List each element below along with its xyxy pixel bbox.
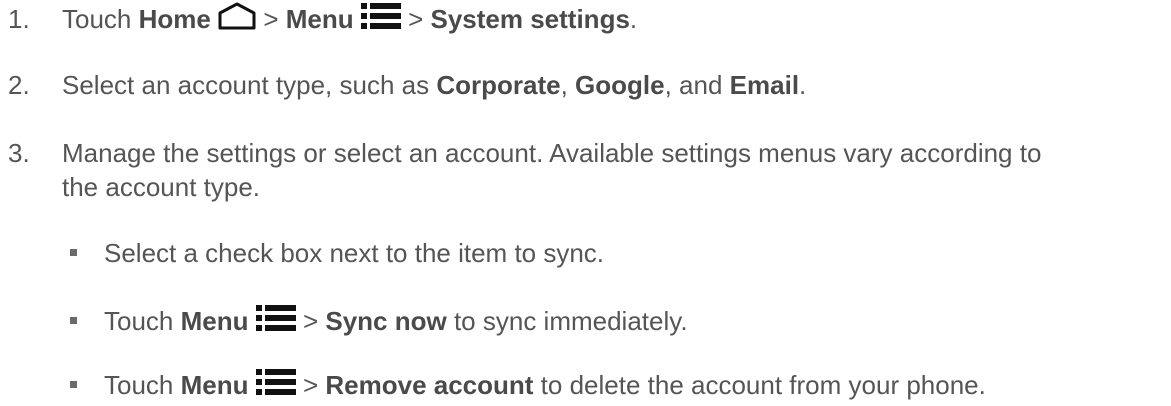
bullet-text-part: to delete the account from your phone. (533, 370, 986, 400)
bullet-text: Touch Menu > Remove account to delete th… (104, 368, 986, 404)
step-number: 2. (8, 70, 30, 100)
step-number: 1. (8, 4, 30, 34)
menu-label: Menu (180, 306, 249, 336)
bullet-text-part: Touch (104, 370, 181, 400)
step-text-part: Touch (62, 4, 139, 34)
bullet-text: Select a check box next to the item to s… (104, 238, 605, 268)
google-label: Google (575, 70, 665, 100)
separator: > (400, 4, 431, 34)
home-icon (218, 2, 256, 36)
corporate-label: Corporate (436, 70, 561, 100)
menu-label: Menu (180, 370, 249, 400)
separator: > (295, 306, 326, 336)
separator: > (256, 4, 286, 34)
separator: > (295, 370, 326, 400)
bullet-text-part: Touch (104, 306, 181, 336)
remove-account-label: Remove account (325, 370, 534, 400)
menu-label: Menu (285, 4, 354, 34)
bullet-text-part: to sync immediately. (446, 306, 688, 336)
home-label: Home (138, 4, 211, 34)
system-settings-label: System settings (430, 4, 630, 34)
menu-icon (360, 2, 401, 36)
step-text: Touch Home > Menu > System settings. (62, 2, 638, 38)
bullet-square-icon (70, 249, 77, 256)
bullet-square-icon (70, 381, 77, 388)
menu-icon (255, 304, 296, 338)
step-text-part: . (629, 4, 638, 34)
bullet-square-icon (70, 317, 77, 324)
step-text-line-2: the account type. (62, 172, 261, 202)
step-text-part: , and (664, 70, 730, 100)
step-text-line-1: Manage the settings or select an account… (62, 138, 1042, 168)
sync-now-label: Sync now (325, 306, 447, 336)
email-label: Email (729, 70, 800, 100)
step-text: Select an account type, such as Corporat… (62, 70, 806, 100)
step-number: 3. (8, 138, 30, 168)
bullet-text: Touch Menu > Sync now to sync immediatel… (104, 304, 688, 340)
step-text-part: . (799, 70, 807, 100)
step-text-part: Select an account type, such as (62, 70, 437, 100)
menu-icon (255, 368, 296, 402)
step-text-part: , (560, 70, 576, 100)
